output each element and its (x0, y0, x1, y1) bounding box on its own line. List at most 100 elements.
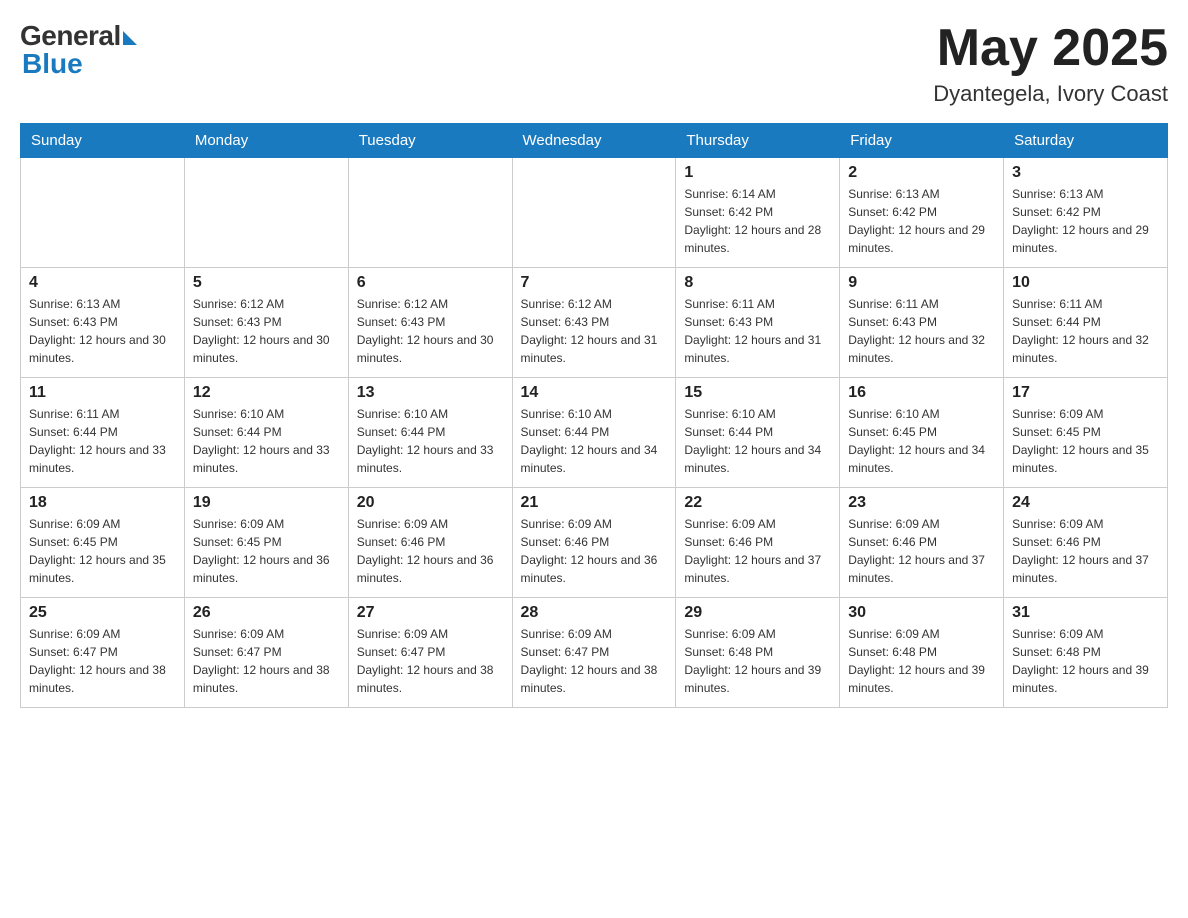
day-number: 7 (521, 274, 668, 292)
calendar-cell: 24 Sunrise: 6:09 AMSunset: 6:46 PMDayligh… (1004, 488, 1168, 598)
day-info: Sunrise: 6:09 AMSunset: 6:45 PMDaylight:… (193, 515, 340, 587)
calendar-cell: 26 Sunrise: 6:09 AMSunset: 6:47 PMDayligh… (184, 598, 348, 708)
calendar-cell: 6 Sunrise: 6:12 AMSunset: 6:43 PMDaylight… (348, 268, 512, 378)
day-info: Sunrise: 6:13 AMSunset: 6:42 PMDaylight:… (1012, 185, 1159, 257)
calendar-cell: 8 Sunrise: 6:11 AMSunset: 6:43 PMDaylight… (676, 268, 840, 378)
day-number: 8 (684, 274, 831, 292)
calendar-cell: 20 Sunrise: 6:09 AMSunset: 6:46 PMDayligh… (348, 488, 512, 598)
calendar-cell: 14 Sunrise: 6:10 AMSunset: 6:44 PMDayligh… (512, 378, 676, 488)
calendar-cell: 19 Sunrise: 6:09 AMSunset: 6:45 PMDayligh… (184, 488, 348, 598)
day-info: Sunrise: 6:09 AMSunset: 6:48 PMDaylight:… (848, 625, 995, 697)
day-info: Sunrise: 6:09 AMSunset: 6:47 PMDaylight:… (193, 625, 340, 697)
day-number: 16 (848, 384, 995, 402)
calendar-cell: 5 Sunrise: 6:12 AMSunset: 6:43 PMDaylight… (184, 268, 348, 378)
calendar-week-row: 25Sunrise: 6:09 AMSunset: 6:47 PMDayligh… (21, 598, 1168, 708)
day-info: Sunrise: 6:09 AMSunset: 6:46 PMDaylight:… (684, 515, 831, 587)
calendar-cell: 4 Sunrise: 6:13 AMSunset: 6:43 PMDaylight… (21, 268, 185, 378)
day-number: 27 (357, 604, 504, 622)
day-number: 26 (193, 604, 340, 622)
calendar-cell: 9 Sunrise: 6:11 AMSunset: 6:43 PMDaylight… (840, 268, 1004, 378)
calendar-cell: 28Sunrise: 6:09 AMSunset: 6:47 PMDayligh… (512, 598, 676, 708)
location-text: Dyantegela, Ivory Coast (933, 81, 1168, 107)
day-number: 5 (193, 274, 340, 292)
calendar-table: SundayMondayTuesdayWednesdayThursdayFrid… (20, 123, 1168, 708)
page-header: General Blue May 2025 Dyantegela, Ivory … (20, 20, 1168, 107)
calendar-day-header: Monday (184, 124, 348, 158)
day-number: 11 (29, 384, 176, 402)
calendar-cell: 1Sunrise: 6:14 AMSunset: 6:42 PMDaylight… (676, 158, 840, 268)
calendar-cell (184, 158, 348, 268)
day-info: Sunrise: 6:13 AMSunset: 6:43 PMDaylight:… (29, 295, 176, 367)
day-info: Sunrise: 6:13 AMSunset: 6:42 PMDaylight:… (848, 185, 995, 257)
day-info: Sunrise: 6:11 AMSunset: 6:43 PMDaylight:… (684, 295, 831, 367)
calendar-cell: 25Sunrise: 6:09 AMSunset: 6:47 PMDayligh… (21, 598, 185, 708)
day-number: 23 (848, 494, 995, 512)
day-number: 18 (29, 494, 176, 512)
day-number: 14 (521, 384, 668, 402)
day-info: Sunrise: 6:09 AMSunset: 6:46 PMDaylight:… (357, 515, 504, 587)
month-title: May 2025 (933, 20, 1168, 77)
calendar-day-header: Saturday (1004, 124, 1168, 158)
day-number: 13 (357, 384, 504, 402)
day-number: 22 (684, 494, 831, 512)
calendar-cell: 15 Sunrise: 6:10 AMSunset: 6:44 PMDayligh… (676, 378, 840, 488)
day-number: 17 (1012, 384, 1159, 402)
calendar-cell: 13Sunrise: 6:10 AMSunset: 6:44 PMDayligh… (348, 378, 512, 488)
calendar-cell: 3 Sunrise: 6:13 AMSunset: 6:42 PMDaylight… (1004, 158, 1168, 268)
calendar-cell: 30 Sunrise: 6:09 AMSunset: 6:48 PMDayligh… (840, 598, 1004, 708)
calendar-cell: 10Sunrise: 6:11 AMSunset: 6:44 PMDayligh… (1004, 268, 1168, 378)
calendar-cell: 12 Sunrise: 6:10 AMSunset: 6:44 PMDayligh… (184, 378, 348, 488)
day-info: Sunrise: 6:09 AMSunset: 6:45 PMDaylight:… (1012, 405, 1159, 477)
calendar-cell: 17 Sunrise: 6:09 AMSunset: 6:45 PMDayligh… (1004, 378, 1168, 488)
calendar-header-row: SundayMondayTuesdayWednesdayThursdayFrid… (21, 124, 1168, 158)
day-number: 31 (1012, 604, 1159, 622)
calendar-cell: 23 Sunrise: 6:09 AMSunset: 6:46 PMDayligh… (840, 488, 1004, 598)
day-number: 15 (684, 384, 831, 402)
day-number: 29 (684, 604, 831, 622)
day-info: Sunrise: 6:12 AMSunset: 6:43 PMDaylight:… (357, 295, 504, 367)
calendar-cell: 27 Sunrise: 6:09 AMSunset: 6:47 PMDayligh… (348, 598, 512, 708)
day-number: 28 (521, 604, 668, 622)
day-number: 12 (193, 384, 340, 402)
day-info: Sunrise: 6:10 AMSunset: 6:45 PMDaylight:… (848, 405, 995, 477)
day-info: Sunrise: 6:12 AMSunset: 6:43 PMDaylight:… (521, 295, 668, 367)
day-info: Sunrise: 6:09 AMSunset: 6:45 PMDaylight:… (29, 515, 176, 587)
calendar-cell: 31Sunrise: 6:09 AMSunset: 6:48 PMDayligh… (1004, 598, 1168, 708)
calendar-day-header: Wednesday (512, 124, 676, 158)
day-info: Sunrise: 6:12 AMSunset: 6:43 PMDaylight:… (193, 295, 340, 367)
day-number: 19 (193, 494, 340, 512)
day-number: 20 (357, 494, 504, 512)
day-info: Sunrise: 6:09 AMSunset: 6:46 PMDaylight:… (848, 515, 995, 587)
day-number: 9 (848, 274, 995, 292)
calendar-week-row: 18 Sunrise: 6:09 AMSunset: 6:45 PMDayligh… (21, 488, 1168, 598)
day-number: 21 (521, 494, 668, 512)
calendar-cell: 22 Sunrise: 6:09 AMSunset: 6:46 PMDayligh… (676, 488, 840, 598)
day-number: 4 (29, 274, 176, 292)
day-info: Sunrise: 6:10 AMSunset: 6:44 PMDaylight:… (521, 405, 668, 477)
day-number: 3 (1012, 164, 1159, 182)
day-info: Sunrise: 6:10 AMSunset: 6:44 PMDaylight:… (193, 405, 340, 477)
calendar-cell (348, 158, 512, 268)
day-number: 6 (357, 274, 504, 292)
day-number: 30 (848, 604, 995, 622)
calendar-cell: 16 Sunrise: 6:10 AMSunset: 6:45 PMDayligh… (840, 378, 1004, 488)
calendar-cell: 18 Sunrise: 6:09 AMSunset: 6:45 PMDayligh… (21, 488, 185, 598)
day-info: Sunrise: 6:14 AMSunset: 6:42 PMDaylight:… (684, 185, 831, 257)
calendar-week-row: 4 Sunrise: 6:13 AMSunset: 6:43 PMDaylight… (21, 268, 1168, 378)
day-number: 24 (1012, 494, 1159, 512)
logo-blue-text: Blue (20, 48, 83, 80)
calendar-day-header: Friday (840, 124, 1004, 158)
day-info: Sunrise: 6:09 AMSunset: 6:47 PMDaylight:… (29, 625, 176, 697)
calendar-cell: 29Sunrise: 6:09 AMSunset: 6:48 PMDayligh… (676, 598, 840, 708)
calendar-cell: 7 Sunrise: 6:12 AMSunset: 6:43 PMDaylight… (512, 268, 676, 378)
day-info: Sunrise: 6:10 AMSunset: 6:44 PMDaylight:… (684, 405, 831, 477)
calendar-cell: 11Sunrise: 6:11 AMSunset: 6:44 PMDayligh… (21, 378, 185, 488)
calendar-day-header: Tuesday (348, 124, 512, 158)
day-info: Sunrise: 6:09 AMSunset: 6:46 PMDaylight:… (1012, 515, 1159, 587)
title-area: May 2025 Dyantegela, Ivory Coast (933, 20, 1168, 107)
day-info: Sunrise: 6:11 AMSunset: 6:43 PMDaylight:… (848, 295, 995, 367)
day-number: 2 (848, 164, 995, 182)
calendar-day-header: Thursday (676, 124, 840, 158)
day-info: Sunrise: 6:09 AMSunset: 6:47 PMDaylight:… (357, 625, 504, 697)
calendar-day-header: Sunday (21, 124, 185, 158)
